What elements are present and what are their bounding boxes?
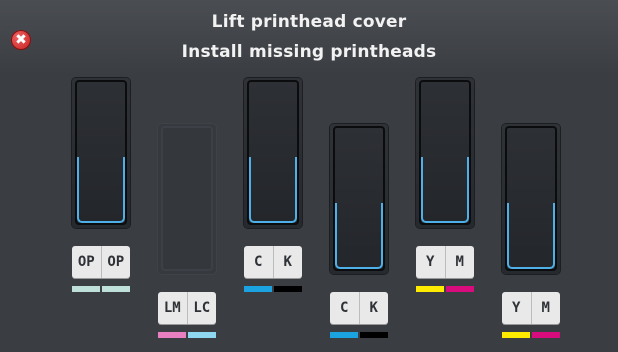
swatch-cyan (330, 332, 358, 338)
printhead-slot-1 (72, 78, 130, 228)
printhead-3-swatches (244, 286, 302, 292)
printhead-3-label-left: C (244, 246, 274, 278)
printhead-slot-5 (416, 78, 474, 228)
printhead-2-label-left: LM (158, 292, 188, 324)
header: Lift printhead cover Install missing pri… (0, 0, 618, 76)
printhead-6-label-right: M (541, 300, 550, 316)
swatch-cyan (244, 286, 272, 292)
swatch-yellow (502, 332, 530, 338)
printhead-5-swatches (416, 286, 474, 292)
printhead-slot-2 (158, 124, 216, 274)
printhead-1-label-right: OP (107, 254, 125, 270)
printhead-6-labels: Y M (502, 292, 560, 324)
printhead-slot-6 (502, 124, 560, 274)
printhead-4-swatches (330, 332, 388, 338)
printhead-1-label-left: OP (72, 246, 102, 278)
swatch-black (274, 286, 302, 292)
swatch-yellow (416, 286, 444, 292)
swatch-magenta (446, 286, 474, 292)
swatch-op (102, 286, 130, 292)
printhead-4-label-left: C (330, 292, 360, 324)
swatch-light-cyan (188, 332, 216, 338)
printhead-3-label-right: K (283, 254, 292, 270)
printhead-2-swatches (158, 332, 216, 338)
swatch-magenta (532, 332, 560, 338)
swatch-light-magenta (158, 332, 186, 338)
printhead-4-label-right: K (369, 300, 378, 316)
header-title: Lift printhead cover (211, 12, 407, 32)
printhead-4-labels: C K (330, 292, 388, 324)
printhead-1-labels: OP OP (72, 246, 130, 278)
printhead-slot-4 (330, 124, 388, 274)
printhead-6-swatches (502, 332, 560, 338)
printhead-3-labels: C K (244, 246, 302, 278)
printhead-2-label-right: LC (193, 300, 211, 316)
printhead-slot-3 (244, 78, 302, 228)
header-subtitle: Install missing printheads (181, 42, 437, 62)
swatch-op (72, 286, 100, 292)
printhead-5-label-left: Y (416, 246, 446, 278)
close-icon[interactable]: ✖ (11, 30, 31, 50)
printhead-5-label-right: M (455, 254, 464, 270)
printhead-6-label-left: Y (502, 292, 532, 324)
swatch-black (360, 332, 388, 338)
printhead-2-labels: LM LC (158, 292, 216, 324)
printhead-5-labels: Y M (416, 246, 474, 278)
printhead-1-swatches (72, 286, 130, 292)
